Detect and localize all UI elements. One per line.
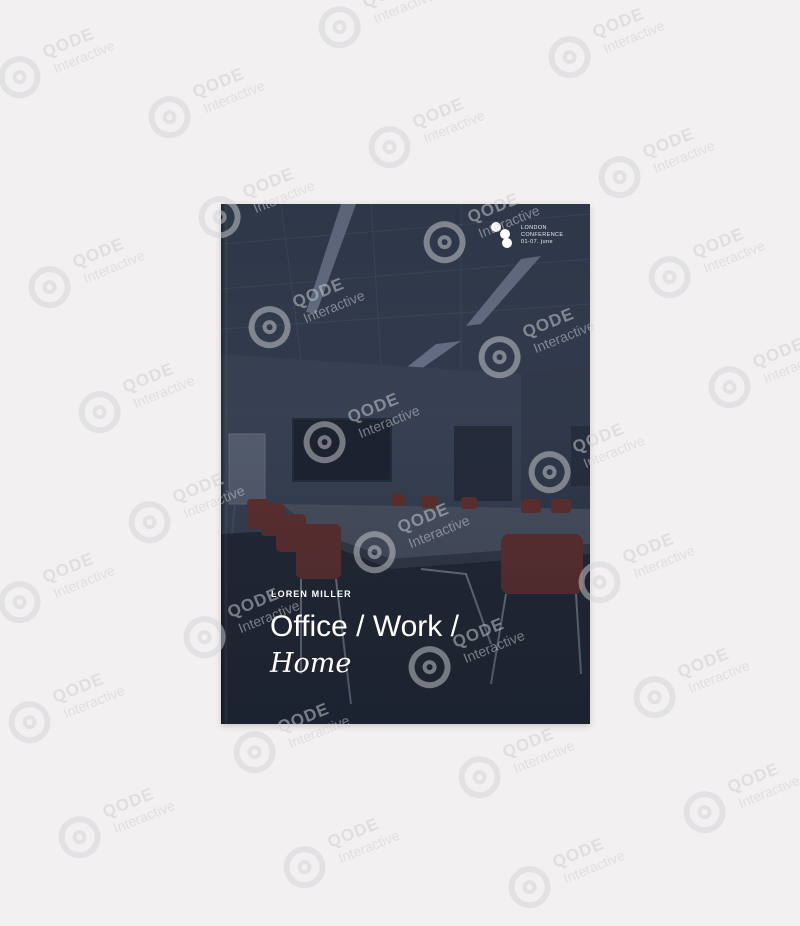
conference-line-2: CONFERENCE bbox=[521, 232, 564, 238]
watermark: QODEInteractive bbox=[625, 620, 796, 736]
conference-logo: LONDON CONFERENCE 01-07. june bbox=[491, 222, 581, 252]
watermark: QODEInteractive bbox=[50, 760, 221, 876]
cover-overlay bbox=[221, 204, 590, 724]
book-spine bbox=[221, 204, 227, 724]
watermark: QODEInteractive bbox=[275, 790, 446, 906]
watermark: QODEInteractive bbox=[0, 525, 161, 641]
watermark: QODEInteractive bbox=[310, 0, 481, 66]
watermark: QODEInteractive bbox=[675, 735, 800, 851]
watermark: QODEInteractive bbox=[360, 70, 531, 186]
book-title-line-2: Home bbox=[270, 648, 352, 679]
watermark: QODEInteractive bbox=[540, 0, 711, 96]
watermark: QODEInteractive bbox=[20, 210, 191, 326]
watermark: QODEInteractive bbox=[570, 505, 741, 621]
watermark: QODEInteractive bbox=[590, 100, 761, 216]
author-name: LOREN MILLER bbox=[271, 589, 352, 599]
conference-line-1: LONDON bbox=[521, 225, 547, 231]
conference-line-3: 01-07. june bbox=[521, 239, 553, 245]
watermark: QODEInteractive bbox=[70, 335, 241, 451]
book-title-line-1: Office / Work / bbox=[270, 610, 459, 643]
watermark: QODEInteractive bbox=[640, 200, 800, 316]
conference-text: LONDON CONFERENCE 01-07. june bbox=[521, 225, 564, 246]
watermark: QODEInteractive bbox=[700, 310, 800, 426]
conference-logo-icon bbox=[491, 222, 519, 248]
watermark: QODEInteractive bbox=[140, 40, 311, 156]
watermark: QODEInteractive bbox=[0, 0, 161, 116]
product-image-stage: LONDON CONFERENCE 01-07. june LOREN MILL… bbox=[0, 0, 800, 924]
book-cover[interactable]: LONDON CONFERENCE 01-07. june LOREN MILL… bbox=[221, 204, 590, 724]
watermark: QODEInteractive bbox=[0, 645, 171, 761]
watermark: QODEInteractive bbox=[500, 810, 671, 926]
